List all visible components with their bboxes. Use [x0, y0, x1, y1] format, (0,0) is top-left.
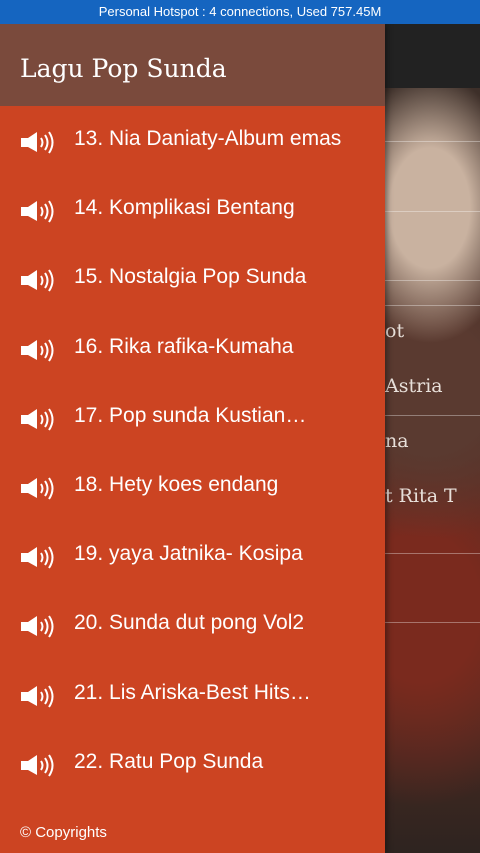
menu-item-label: 13. Nia Daniaty-Album emas — [74, 127, 342, 150]
list-divider — [385, 141, 480, 142]
drawer-title: Lagu Pop Sunda — [20, 54, 227, 83]
menu-item-label: 16. Rika rafika-Kumaha — [74, 334, 294, 358]
list-divider — [385, 280, 480, 281]
drawer-menu-item[interactable]: 18. Hety koes endang — [0, 464, 385, 533]
speaker-icon — [20, 338, 56, 362]
background-list-item[interactable]: t Rita T — [385, 485, 457, 507]
speaker-icon — [20, 476, 56, 500]
background-list-item[interactable]: na — [385, 430, 409, 452]
navigation-drawer: Lagu Pop Sunda 13. Nia Daniaty-Album ema… — [0, 24, 385, 853]
menu-item-label: 18. Hety koes endang — [74, 472, 279, 496]
speaker-icon — [20, 407, 56, 431]
background-list-item[interactable]: ot — [385, 320, 404, 342]
speaker-icon — [20, 199, 56, 223]
menu-item-label: 15. Nostalgia Pop Sunda — [74, 265, 307, 289]
menu-item-label: 19. yaya Jatnika- Kosipa — [74, 542, 303, 566]
menu-item-label: 21. Lis Ariska-Best Hits… — [74, 680, 311, 704]
list-divider — [385, 622, 480, 623]
drawer-menu-item[interactable]: 20. Sunda dut pong Vol2 — [0, 602, 385, 671]
drawer-menu-item[interactable]: 21. Lis Ariska-Best Hits… — [0, 672, 385, 741]
drawer-menu-item[interactable]: 22. Ratu Pop Sunda — [0, 741, 385, 810]
list-divider — [385, 415, 480, 416]
drawer-menu-item[interactable]: 17. Pop sunda Kustian… — [0, 395, 385, 464]
drawer-menu-item[interactable]: 14. Komplikasi Bentang — [0, 187, 385, 256]
list-divider — [385, 553, 480, 554]
background-list-item[interactable]: Astria — [385, 375, 443, 397]
menu-item-label: 14. Komplikasi Bentang — [74, 196, 295, 220]
drawer-menu-item[interactable]: 15. Nostalgia Pop Sunda — [0, 256, 385, 325]
speaker-icon — [20, 614, 56, 638]
speaker-icon — [20, 753, 56, 777]
list-divider — [385, 305, 480, 306]
speaker-icon — [20, 268, 56, 292]
menu-item-label: 17. Pop sunda Kustian… — [74, 403, 307, 427]
drawer-menu-item[interactable]: 13. Nia Daniaty-Album emas — [0, 118, 385, 187]
speaker-icon — [20, 130, 56, 154]
drawer-menu-item[interactable]: 19. yaya Jatnika- Kosipa — [0, 533, 385, 602]
speaker-icon — [20, 545, 56, 569]
status-bar: Personal Hotspot : 4 connections, Used 7… — [0, 0, 480, 24]
list-divider — [385, 211, 480, 212]
menu-item-label: 22. Ratu Pop Sunda — [74, 749, 264, 773]
copyright-text: © Copyrights — [20, 824, 107, 841]
drawer-menu-item[interactable]: 16. Rika rafika-Kumaha — [0, 326, 385, 395]
menu-item-label: 20. Sunda dut pong Vol2 — [74, 611, 305, 635]
drawer-header: Lagu Pop Sunda — [0, 24, 385, 106]
drawer-menu: 13. Nia Daniaty-Album emas 14. Komplikasi… — [0, 118, 385, 810]
speaker-icon — [20, 684, 56, 708]
